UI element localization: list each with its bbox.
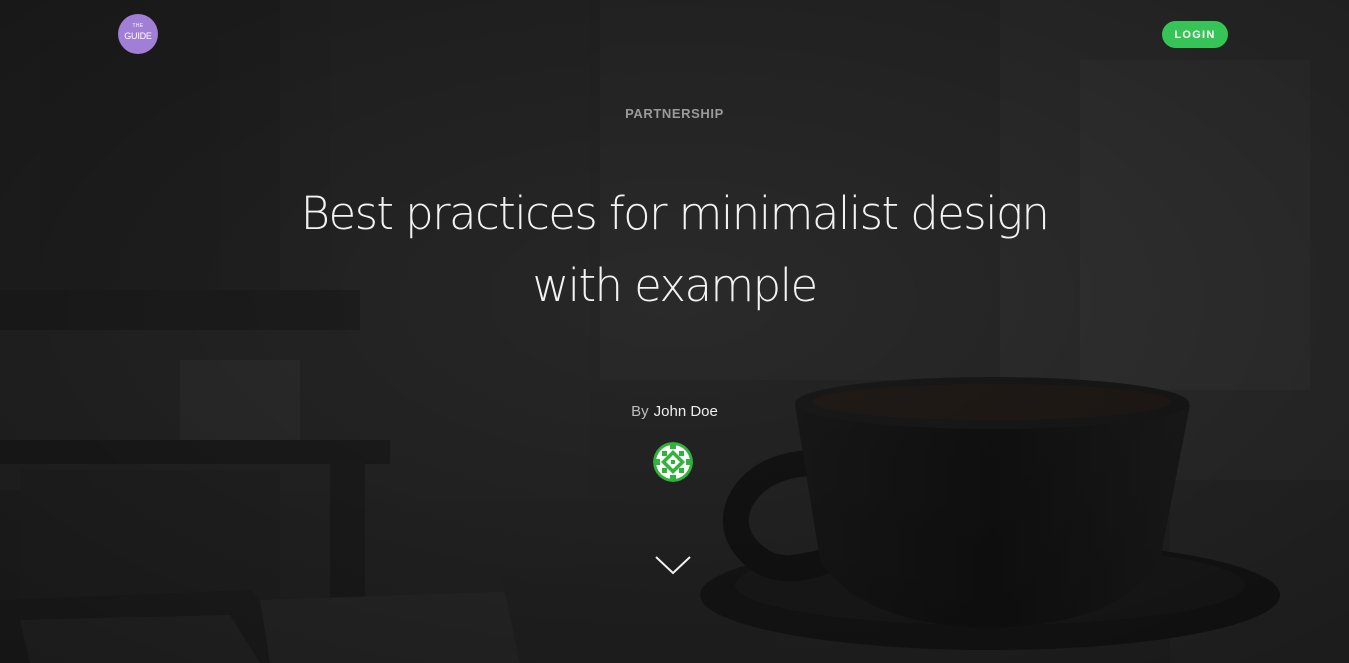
article-byline: By John Doe: [0, 403, 1349, 420]
logo-big-text: GUIDE: [124, 31, 152, 41]
chevron-down-icon[interactable]: [654, 553, 692, 577]
article-title: Best practices for minimalist design wit…: [300, 187, 1050, 312]
author-avatar[interactable]: [653, 442, 693, 482]
site-logo[interactable]: THE GUIDE: [118, 14, 158, 54]
login-button[interactable]: LOGIN: [1162, 21, 1228, 48]
article-category[interactable]: PARTNERSHIP: [0, 106, 1349, 121]
byline-prefix: By: [631, 403, 649, 420]
author-name[interactable]: John Doe: [654, 403, 718, 420]
hero-section: THE GUIDE LOGIN PARTNERSHIP Best practic…: [0, 0, 1349, 663]
logo-small-text: THE: [132, 23, 144, 29]
